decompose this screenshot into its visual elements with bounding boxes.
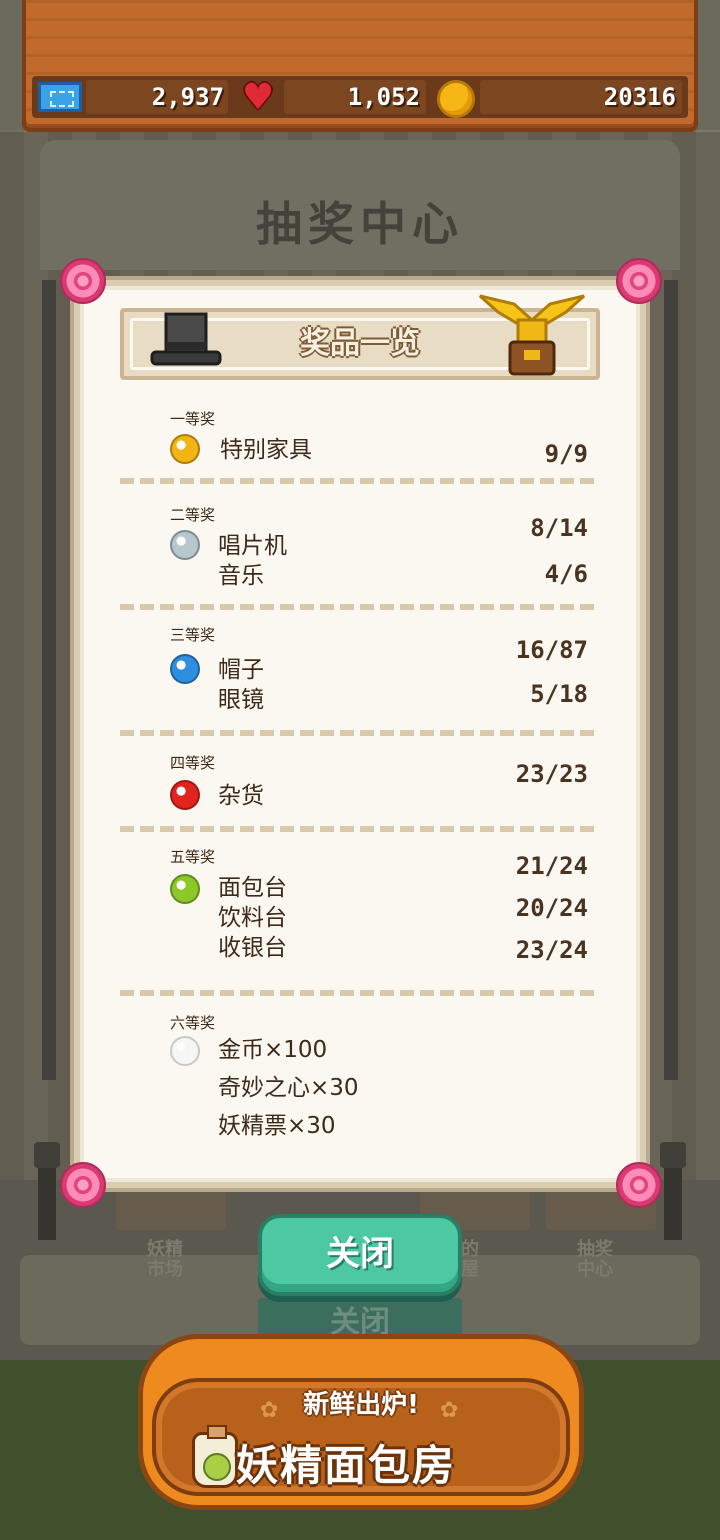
prize-count: 16/87: [515, 636, 588, 664]
prize-name: 奇妙之心×30: [218, 1075, 359, 1101]
tier-label-second: 二等奖: [170, 506, 216, 524]
rose-corner-icon: [60, 258, 106, 304]
ticket-count: 2,937: [151, 83, 224, 111]
trophy-icon: [479, 294, 585, 376]
prize-count: 21/24: [515, 852, 588, 880]
heart-count: 1,052: [347, 83, 420, 111]
silver-gem-icon: [170, 530, 200, 560]
prize-name: 帽子: [218, 657, 264, 683]
prize-name: 杂货: [218, 783, 264, 809]
prize-count: 9/9: [544, 440, 588, 468]
tier-label-first: 一等奖: [170, 410, 216, 428]
prize-count: 23/23: [515, 760, 588, 788]
prize-name: 面包台: [218, 875, 287, 901]
gold-gem-icon: [170, 434, 200, 464]
prize-name: 眼镜: [218, 687, 264, 713]
bakery-ad-title: 妖精面包房: [236, 1441, 457, 1490]
tier-label-third: 三等奖: [170, 626, 216, 644]
rose-corner-icon: [616, 258, 662, 304]
tier-divider: [120, 826, 600, 832]
bakery-ad-subtitle: 新鲜出炉!: [303, 1390, 419, 1420]
rose-corner-icon: [616, 1162, 662, 1208]
prize-name: 特别家具: [220, 437, 312, 463]
rose-corner-icon: [60, 1162, 106, 1208]
blue-gem-icon: [170, 654, 200, 684]
prize-count: 5/18: [530, 680, 588, 708]
prize-count: 8/14: [530, 514, 588, 542]
heart-icon: ♥: [241, 77, 275, 118]
prize-name: 收银台: [218, 935, 287, 961]
tier-label-fifth: 五等奖: [170, 848, 216, 866]
tier-divider: [120, 730, 600, 736]
tier-divider: [120, 604, 600, 610]
tier-label-sixth: 六等奖: [170, 1014, 216, 1032]
gold-coin-icon: [437, 80, 475, 118]
red-gem-icon: [170, 780, 200, 810]
tier-divider: [120, 990, 600, 996]
tier-divider: [120, 478, 600, 484]
prize-name: 金币×100: [218, 1037, 328, 1063]
white-gem-icon: [170, 1036, 200, 1066]
green-gem-icon: [170, 874, 200, 904]
close-button[interactable]: 关闭: [258, 1214, 462, 1296]
prize-count: 20/24: [515, 894, 588, 922]
prize-name: 音乐: [218, 563, 264, 589]
tier-label-fourth: 四等奖: [170, 754, 216, 772]
prize-count: 4/6: [544, 560, 588, 588]
fairy-ticket-icon: [38, 82, 82, 112]
coin-count: 20316: [603, 83, 676, 111]
top-hat-icon: [150, 312, 222, 366]
prize-name: 饮料台: [218, 905, 287, 931]
prize-count: 23/24: [515, 936, 588, 964]
fairy-jar-icon: [192, 1425, 238, 1488]
prize-name: 妖精票×30: [218, 1113, 336, 1139]
prize-name: 唱片机: [218, 533, 287, 559]
